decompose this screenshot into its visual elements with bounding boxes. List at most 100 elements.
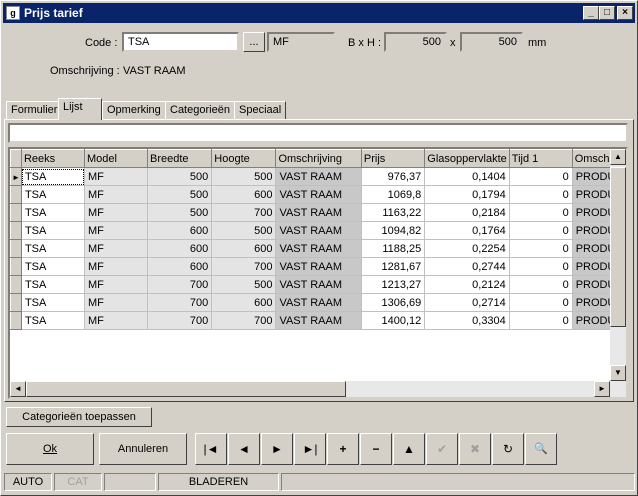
table-cell-breedte[interactable]: 600 [147,239,213,258]
table-row[interactable]: TSA MF 500 700 VAST RAAM 1163,22 0,2184 0 PRODU [10,203,626,222]
table-row[interactable]: TSA MF 600 700 VAST RAAM 1281,67 0,2744 0 PRODU [10,257,626,276]
table-cell-tijd1[interactable]: 0 [509,275,573,294]
table-cell-hoogte[interactable]: 600 [211,239,277,258]
table-cell-hoogte[interactable]: 600 [211,293,277,312]
table-cell-breedte[interactable]: 500 [147,203,213,222]
table-cell-tijd1[interactable]: 0 [509,221,573,240]
row-indicator[interactable] [10,203,22,222]
table-cell-glasoppervlakte[interactable]: 0,2744 [424,257,510,276]
table-cell-glasoppervlakte[interactable]: 0,2184 [424,203,510,222]
scroll-left-icon[interactable]: ◄ [10,381,26,397]
table-cell-reeks[interactable]: TSA [21,293,86,312]
width-field[interactable]: 500 [384,32,447,52]
table-cell-hoogte[interactable]: 500 [211,167,277,186]
table-cell-glasoppervlakte[interactable]: 0,1764 [424,221,510,240]
table-cell-prijs[interactable]: 1400,12 [361,311,426,330]
model-field[interactable]: MF [267,32,335,52]
tab-opmerking[interactable]: Opmerking [102,101,166,119]
tab-lijst[interactable]: Lijst [58,98,102,120]
add-record-icon[interactable]: + [327,433,359,465]
table-row[interactable]: TSA MF 600 600 VAST RAAM 1188,25 0,2254 0 PRODU [10,239,626,258]
table-row[interactable]: ► TSA MF 500 500 VAST RAAM 976,37 0,1404 0 PRODU [10,167,626,186]
edit-record-icon[interactable]: ▲ [393,433,425,465]
table-row[interactable]: TSA MF 700 500 VAST RAAM 1213,27 0,2124 0 PRODU [10,275,626,294]
column-header-breedte[interactable]: Breedte [147,149,213,168]
column-header-tijd1[interactable]: Tijd 1 [508,149,573,168]
row-indicator[interactable] [10,257,22,276]
table-cell-tijd1[interactable]: 0 [509,293,573,312]
tab-speciaal[interactable]: Speciaal [234,101,287,119]
binoculars-search-icon[interactable]: 🔍 [525,433,557,465]
table-cell-model[interactable]: MF [84,257,149,276]
last-record-icon[interactable]: ►| [294,433,326,465]
table-cell-hoogte[interactable]: 500 [211,221,277,240]
table-cell-glasoppervlakte[interactable]: 0,1404 [424,167,510,186]
row-indicator[interactable] [10,311,22,330]
table-cell-model[interactable]: MF [84,203,149,222]
table-cell-hoogte[interactable]: 600 [211,185,277,204]
table-cell-reeks[interactable]: TSA [21,167,86,186]
table-cell-reeks[interactable]: TSA [21,311,86,330]
horizontal-scroll-thumb[interactable] [26,381,346,397]
price-grid[interactable]: Reeks Model Breedte Hoogte Omschrijving Prijs… [8,147,628,399]
scroll-up-icon[interactable]: ▲ [610,149,626,165]
horizontal-scrollbar[interactable]: ◄ ► [10,381,626,397]
first-record-icon[interactable]: |◄ [195,433,227,465]
row-indicator[interactable] [10,239,22,258]
table-cell-tijd1[interactable]: 0 [509,167,573,186]
row-indicator[interactable] [10,275,22,294]
table-cell-tijd1[interactable]: 0 [509,203,573,222]
code-browse-button[interactable]: ... [243,32,265,52]
table-cell-omschrijving[interactable]: VAST RAAM [275,275,362,294]
table-cell-omschrijving[interactable]: VAST RAAM [275,185,362,204]
minimize-button[interactable]: _ [583,6,599,20]
table-cell-omschrijving[interactable]: VAST RAAM [275,293,362,312]
height-field[interactable]: 500 [460,32,523,52]
table-cell-model[interactable]: MF [84,221,149,240]
filter-input[interactable] [8,123,628,143]
table-cell-omschrijving[interactable]: VAST RAAM [275,167,362,186]
table-cell-reeks[interactable]: TSA [21,203,86,222]
delete-record-icon[interactable]: − [360,433,392,465]
ok-button[interactable]: Ok [6,433,94,465]
table-row[interactable]: TSA MF 600 500 VAST RAAM 1094,82 0,1764 0 PRODU [10,221,626,240]
table-cell-omschrijving[interactable]: VAST RAAM [275,239,362,258]
table-cell-glasoppervlakte[interactable]: 0,2714 [424,293,510,312]
table-cell-tijd1[interactable]: 0 [509,185,573,204]
row-indicator[interactable] [10,221,22,240]
table-cell-prijs[interactable]: 1213,27 [361,275,426,294]
table-cell-hoogte[interactable]: 700 [211,311,277,330]
table-cell-breedte[interactable]: 700 [147,293,213,312]
maximize-button[interactable]: □ [599,6,615,20]
table-row[interactable]: TSA MF 700 600 VAST RAAM 1306,69 0,2714 0 PRODU [10,293,626,312]
row-indicator[interactable] [10,185,22,204]
scroll-right-icon[interactable]: ► [594,381,610,397]
post-record-icon[interactable]: ✔ [426,433,458,465]
prev-record-icon[interactable]: ◄ [228,433,260,465]
table-cell-hoogte[interactable]: 500 [211,275,277,294]
table-cell-breedte[interactable]: 600 [147,257,213,276]
vertical-scroll-thumb[interactable] [610,167,626,327]
table-cell-omschrijving[interactable]: VAST RAAM [275,221,362,240]
cancel-edit-icon[interactable]: ✖ [459,433,491,465]
table-cell-breedte[interactable]: 500 [147,185,213,204]
table-cell-tijd1[interactable]: 0 [509,257,573,276]
table-cell-prijs[interactable]: 976,37 [361,167,426,186]
table-cell-model[interactable]: MF [84,293,149,312]
table-cell-model[interactable]: MF [84,239,149,258]
table-cell-reeks[interactable]: TSA [21,275,86,294]
column-header-prijs[interactable]: Prijs [360,149,426,168]
table-row[interactable]: TSA MF 700 700 VAST RAAM 1400,12 0,3304 0 PRODU [10,311,626,330]
row-indicator[interactable] [10,293,22,312]
tab-formulier[interactable]: Formulier [6,101,63,119]
table-cell-breedte[interactable]: 700 [147,275,213,294]
column-header-omschrijving[interactable]: Omschrijving [275,149,362,168]
table-cell-glasoppervlakte[interactable]: 0,2124 [424,275,510,294]
column-header-model[interactable]: Model [83,149,149,168]
table-cell-prijs[interactable]: 1094,82 [361,221,426,240]
table-cell-glasoppervlakte[interactable]: 0,2254 [424,239,510,258]
vertical-scrollbar[interactable]: ▲ ▼ [610,149,626,381]
refresh-icon[interactable]: ↻ [492,433,524,465]
next-record-icon[interactable]: ► [261,433,293,465]
table-cell-model[interactable]: MF [84,167,149,186]
